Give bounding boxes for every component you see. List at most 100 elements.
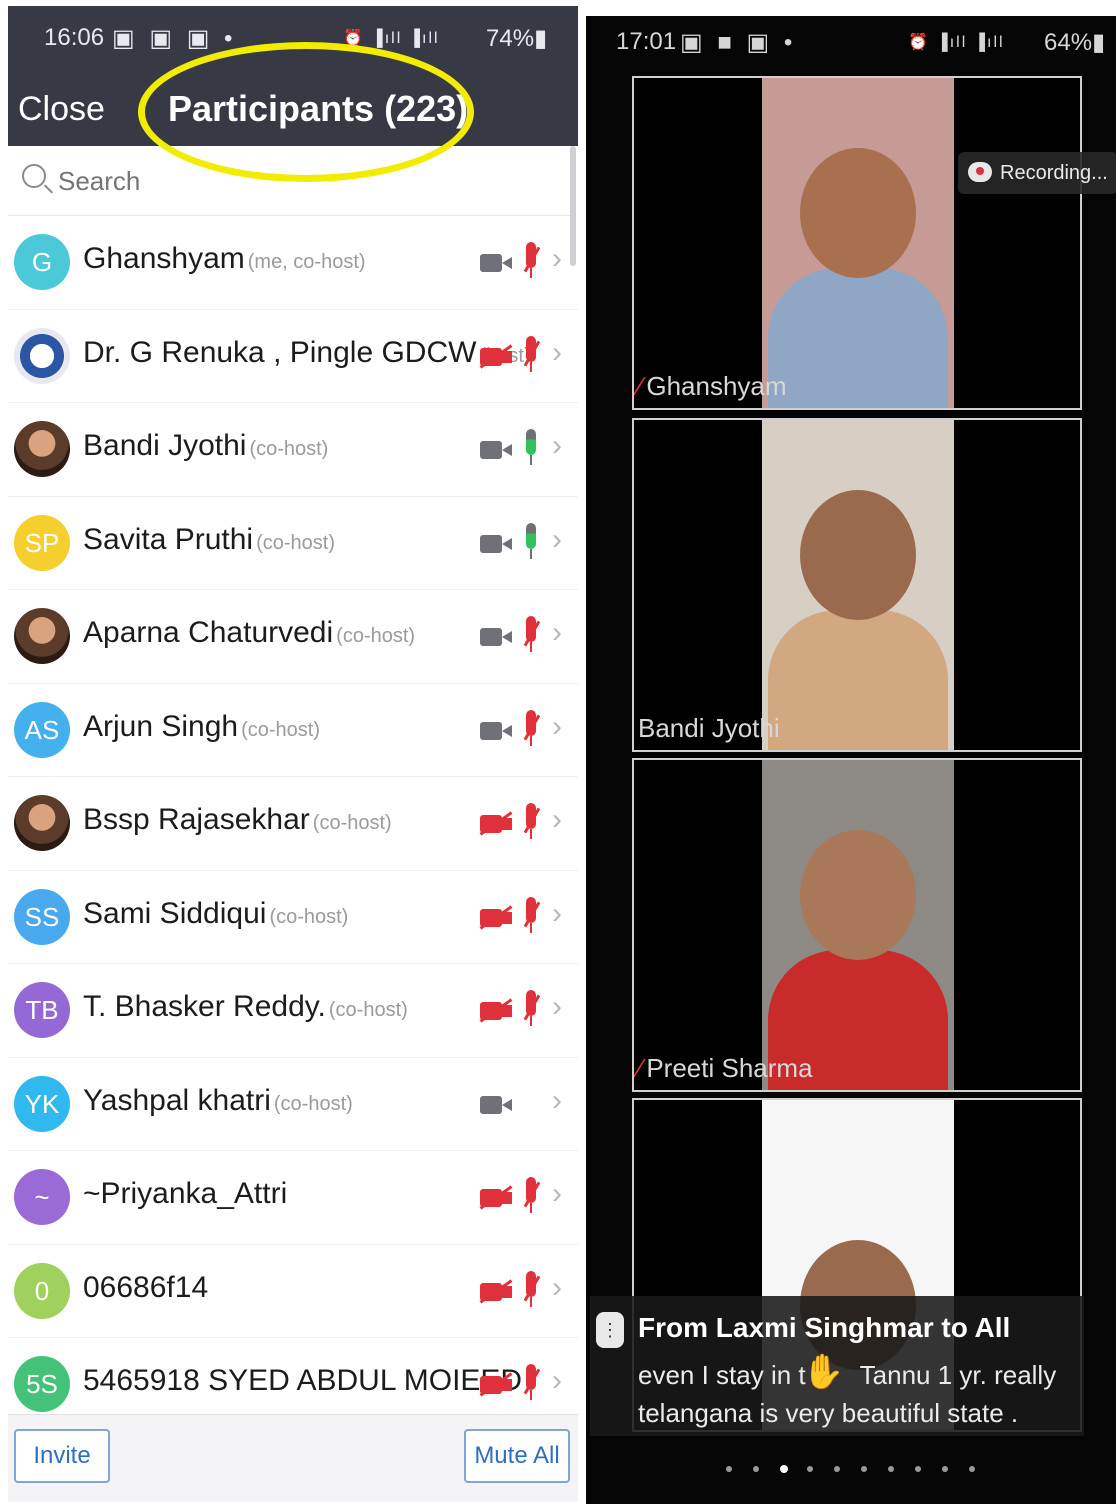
participant-name-text: Bssp Rajasekhar: [83, 803, 310, 836]
participant-name: Aparna Chaturvedi (co-host): [83, 616, 415, 650]
page-dot[interactable]: [807, 1466, 813, 1472]
participant-row[interactable]: ~ ~Priyanka_Attri ›: [8, 1151, 578, 1245]
avatar: AS: [14, 701, 70, 758]
participant-row[interactable]: G Ghanshyam (me, co-host) ›: [8, 216, 578, 310]
participant-row[interactable]: SS Sami Siddiqui (co-host) ›: [8, 871, 578, 964]
participant-name-text: T. Bhasker Reddy.: [83, 990, 326, 1023]
participant-list: G Ghanshyam (me, co-host) › Dr. G Renuka , P…: [8, 216, 578, 1432]
gallery-screen: 17:01 ▣ ■ ▣ • ⏰ ▐ıll ▐ıll 64%▮ Ghanshyam…: [586, 16, 1116, 1504]
mic-muted-icon: [520, 990, 542, 1030]
participant-row[interactable]: Bandi Jyothi (co-host) ›: [8, 403, 578, 497]
video-off-icon: [480, 1372, 514, 1396]
mic-muted-icon: [520, 803, 542, 843]
chevron-right-icon: ›: [552, 1177, 562, 1210]
participant-name: Bssp Rajasekhar (co-host): [83, 803, 392, 837]
participant-row[interactable]: Dr. G Renuka , Pingle GDCW(host) ›: [8, 310, 578, 403]
participant-name-text: Dr. G Renuka , Pingle GDCW: [83, 335, 477, 369]
participant-role: (co-host): [273, 1092, 353, 1115]
page-dot[interactable]: [780, 1465, 788, 1473]
screenshot-composite: 16:06 ▣ ▣ ▣ • ⏰ ▐ıll ▐ıll 74%▮ Close Par…: [0, 0, 1116, 1504]
avatar: G: [14, 234, 70, 290]
participant-name-text: 5465918 SYED ABDUL MOIEED: [83, 1364, 523, 1397]
participant-row[interactable]: Bssp Rajasekhar (co-host) ›: [8, 777, 578, 871]
page-dot[interactable]: [888, 1466, 894, 1472]
video-tile[interactable]: Bandi Jyothi: [632, 418, 1082, 752]
participant-row[interactable]: YK Yashpal khatri (co-host) ›: [8, 1058, 578, 1151]
page-dot[interactable]: [726, 1466, 732, 1472]
participant-row[interactable]: 0 06686f14 ›: [8, 1245, 578, 1338]
mic-muted-icon: [520, 616, 542, 656]
page-dot[interactable]: [942, 1466, 948, 1472]
search-bar[interactable]: [8, 146, 572, 216]
video-camera-icon: [480, 437, 514, 461]
participant-video: [762, 78, 954, 408]
status-bar: 17:01 ▣ ■ ▣ • ⏰ ▐ıll ▐ıll 64%▮: [586, 16, 1116, 72]
participant-role: (co-host): [312, 812, 392, 834]
microphone-icon: [520, 522, 542, 563]
microphone-icon: [520, 429, 542, 469]
chevron-right-icon: ›: [552, 990, 562, 1023]
chevron-right-icon: ›: [552, 1083, 562, 1117]
page-dot[interactable]: [834, 1466, 840, 1472]
tile-name-label: Ghanshyam: [638, 371, 786, 402]
mute-all-button[interactable]: Mute All: [464, 1429, 570, 1483]
avatar: ~: [14, 1169, 70, 1225]
video-off-icon: [480, 998, 514, 1022]
chat-line1-tail: Tannu 1 yr. really: [859, 1360, 1057, 1390]
video-camera-icon: [480, 250, 514, 274]
chevron-right-icon: ›: [552, 429, 562, 462]
video-tile[interactable]: Preeti Sharma: [632, 758, 1082, 1092]
participant-name: T. Bhasker Reddy. (co-host): [83, 990, 408, 1024]
video-tile[interactable]: Ghanshyam: [632, 76, 1082, 410]
page-dot[interactable]: [915, 1466, 921, 1472]
participant-name-text: Savita Pruthi: [83, 522, 254, 556]
participant-row[interactable]: SP Savita Pruthi (co-host) ›: [8, 497, 578, 590]
participant-name: Arjun Singh (co-host): [83, 710, 320, 744]
mic-muted-icon: [520, 1177, 542, 1217]
participant-name: 5465918 SYED ABDUL MOIEED: [83, 1364, 525, 1398]
participant-name: Ghanshyam (me, co-host): [83, 242, 366, 276]
participant-name-text: Bandi Jyothi: [83, 429, 247, 462]
page-dot[interactable]: [969, 1466, 975, 1472]
video-camera-icon: [480, 624, 514, 648]
notification-icons: ▣ ▣ ▣ •: [112, 25, 237, 52]
status-time: 16:06: [44, 24, 105, 51]
participant-row[interactable]: AS Arjun Singh (co-host) ›: [8, 684, 578, 777]
participant-role: (co-host): [256, 531, 335, 554]
avatar: 0: [14, 1262, 70, 1319]
page-dot[interactable]: [753, 1466, 759, 1472]
avatar: SS: [14, 888, 70, 945]
page-dot[interactable]: [861, 1466, 867, 1472]
chevron-right-icon: ›: [552, 896, 562, 930]
recording-label: Recording...: [1000, 162, 1108, 184]
chat-preview[interactable]: ⋮ From Laxmi Singhmar to All even I stay…: [590, 1296, 1084, 1436]
video-off-icon: [480, 344, 514, 368]
mic-muted-icon: [520, 896, 542, 937]
video-camera-icon: [480, 718, 514, 742]
participant-row[interactable]: Aparna Chaturvedi (co-host) ›: [8, 590, 578, 684]
raise-hand-icon: ✋: [802, 1353, 845, 1391]
participant-name-text: 06686f14: [83, 1270, 209, 1304]
participant-row[interactable]: TB T. Bhasker Reddy. (co-host) ›: [8, 964, 578, 1058]
chevron-right-icon: ›: [552, 803, 562, 836]
participant-name: Yashpal khatri (co-host): [83, 1084, 353, 1118]
close-button[interactable]: Close: [18, 90, 105, 129]
recording-badge[interactable]: Recording...: [958, 152, 1116, 194]
participant-name: ~Priyanka_Attri: [83, 1177, 290, 1211]
participant-name-text: Yashpal khatri: [83, 1083, 271, 1117]
participant-role: (co-host): [249, 438, 329, 460]
page-indicator: [726, 1465, 986, 1478]
participant-name: 06686f14: [83, 1271, 211, 1305]
avatar: 5S: [14, 1356, 70, 1412]
mic-muted-icon: [520, 242, 542, 282]
chat-icon: ⋮: [596, 1312, 624, 1348]
avatar: [14, 795, 70, 851]
chevron-right-icon: ›: [552, 1270, 562, 1304]
search-input[interactable]: [58, 166, 538, 197]
mic-muted-icon: [520, 335, 542, 376]
video-off-icon: [480, 1279, 514, 1303]
chat-line2: telangana is very beautiful state .: [638, 1398, 1019, 1428]
chat-sender: From Laxmi Singhmar to All: [638, 1312, 1011, 1343]
invite-button[interactable]: Invite: [14, 1429, 110, 1483]
participant-name-text: Aparna Chaturvedi: [83, 616, 334, 649]
